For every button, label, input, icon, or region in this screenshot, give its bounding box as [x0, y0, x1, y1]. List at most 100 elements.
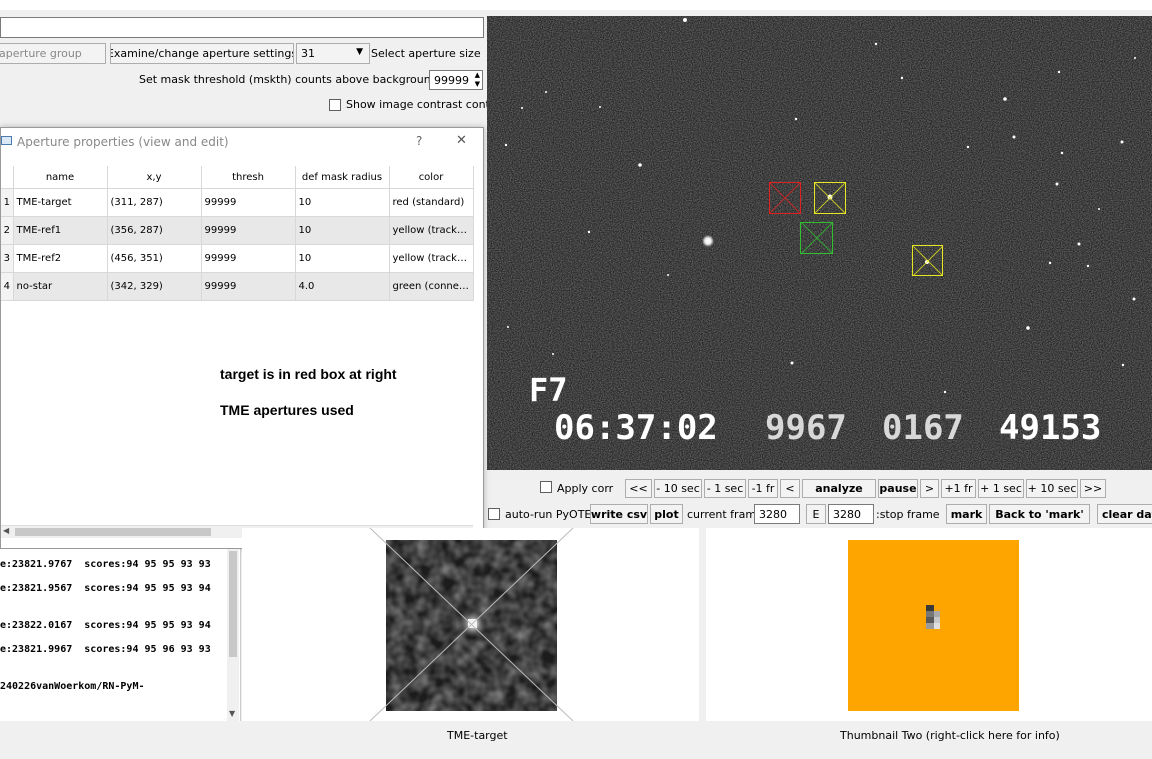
aperture-box-yellow[interactable] — [912, 245, 943, 276]
write-csv-button[interactable]: write csv — [590, 504, 648, 524]
row-number[interactable]: 1 — [1, 188, 14, 217]
back-to-mark-button[interactable]: Back to 'mark' — [989, 504, 1090, 524]
aperture-box-yellow[interactable] — [814, 182, 846, 214]
window-icon — [1, 136, 12, 145]
cell-name[interactable]: no-star — [13, 272, 108, 301]
help-button[interactable]: ? — [416, 134, 422, 148]
cell-thresh[interactable]: 99999 — [201, 244, 296, 273]
table-row[interactable]: 4 no-star (342, 329) 99999 4.0 green (co… — [1, 272, 474, 301]
aperture-size-label: Select aperture size — [371, 47, 481, 60]
apply-corr-label: Apply corr — [557, 482, 614, 495]
table-row[interactable]: 2 TME-ref1 (356, 287) 99999 10 yellow (t… — [1, 216, 474, 245]
log-line: e:23821.9767 scores:94 95 95 93 93 — [0, 559, 211, 570]
auto-run-pyote-label: auto-run PyOTE — [505, 508, 592, 521]
aperture-size-select[interactable]: 31 ▼ — [296, 43, 370, 64]
scrollbar-thumb[interactable] — [229, 551, 237, 657]
cell-xy[interactable]: (311, 287) — [107, 188, 202, 217]
scroll-down-icon[interactable]: ▼ — [229, 709, 235, 718]
clear-data-button[interactable]: clear data — [1097, 504, 1152, 524]
step-forward-button[interactable]: > — [920, 479, 939, 498]
cell-radius[interactable]: 10 — [295, 244, 390, 273]
vertical-scrollbar[interactable]: ▼ — [227, 549, 239, 721]
auto-run-pyote-checkbox[interactable] — [488, 508, 500, 520]
back-10-sec-button[interactable]: - 10 sec — [654, 479, 702, 498]
cell-thresh[interactable]: 99999 — [201, 216, 296, 245]
osd-ms1: 9967 — [765, 408, 847, 448]
pause-button[interactable]: pause — [878, 479, 918, 498]
row-number[interactable]: 3 — [1, 244, 14, 273]
step-back-button[interactable]: < — [780, 479, 800, 498]
mark-button[interactable]: mark — [946, 504, 987, 524]
osd-ms2: 0167 — [882, 408, 964, 448]
top-text-field[interactable] — [0, 17, 484, 38]
thumbnail-one-panel[interactable] — [242, 528, 699, 721]
cell-xy[interactable]: (456, 351) — [107, 244, 202, 273]
aperture-size-value: 31 — [301, 47, 315, 60]
thumbnail-one-caption: TME-target — [447, 729, 508, 742]
row-number[interactable]: 4 — [1, 272, 14, 301]
back-to-start-button[interactable]: << — [625, 479, 652, 498]
aperture-properties-dialog: Aperture properties (view and edit) ? ✕ … — [0, 127, 484, 549]
analyze-button[interactable]: analyze — [802, 479, 876, 498]
cell-color[interactable]: red (standard) — [389, 188, 474, 217]
cell-color[interactable]: yellow (tracking ... — [389, 244, 474, 273]
video-frame-display[interactable]: F7 06:37:02 9967 0167 49153 — [487, 16, 1152, 470]
dialog-title: Aperture properties (view and edit) — [17, 135, 229, 149]
thumbnail-one-image — [369, 528, 574, 721]
forward-1-sec-button[interactable]: + 1 sec — [978, 479, 1024, 498]
go-to-end-button[interactable]: >> — [1080, 479, 1106, 498]
cell-thresh[interactable]: 99999 — [201, 272, 296, 301]
log-line: e:23822.0167 scores:94 95 95 93 94 — [0, 620, 211, 631]
cell-radius[interactable]: 10 — [295, 188, 390, 217]
cell-color[interactable]: yellow (tracking ... — [389, 216, 474, 245]
add-aperture-group-button[interactable]: aperture group — [0, 43, 106, 64]
stop-frame-label: :stop frame — [876, 508, 940, 521]
cell-thresh[interactable]: 99999 — [201, 188, 296, 217]
forward-1-frame-button[interactable]: +1 fr — [941, 479, 976, 498]
thumbnail-two-caption: Thumbnail Two (right-click here for info… — [840, 729, 1060, 742]
apply-corr-checkbox[interactable] — [540, 481, 552, 493]
cell-name[interactable]: TME-target — [13, 188, 108, 217]
current-frame-input[interactable]: 3280 — [754, 504, 800, 524]
e-button[interactable]: E — [806, 504, 826, 524]
column-header-thresh[interactable]: thresh — [201, 166, 296, 189]
cell-radius[interactable]: 4.0 — [295, 272, 390, 301]
cell-color[interactable]: green (connect t... — [389, 272, 474, 301]
log-line: e:23821.9967 scores:94 95 96 93 93 — [0, 644, 211, 655]
column-header-name[interactable]: name — [13, 166, 108, 189]
contrast-checkbox-label: Show image contrast control — [346, 98, 504, 111]
scrollbar-thumb[interactable] — [15, 528, 211, 536]
stop-frame-input[interactable]: 3280 — [828, 504, 874, 524]
plot-button[interactable]: plot — [650, 504, 683, 524]
log-panel[interactable]: e:23821.9767 scores:94 95 95 93 93 e:238… — [0, 549, 241, 721]
column-header-radius[interactable]: def mask radius — [295, 166, 390, 189]
note-target-red-box: target is in red box at right — [220, 366, 397, 382]
log-line: e:23821.9567 scores:94 95 95 93 94 — [0, 583, 211, 594]
table-row[interactable]: 3 TME-ref2 (456, 351) 99999 10 yellow (t… — [1, 244, 474, 273]
cell-xy[interactable]: (342, 329) — [107, 272, 202, 301]
back-1-sec-button[interactable]: - 1 sec — [704, 479, 746, 498]
column-header-xy[interactable]: x,y — [107, 166, 202, 189]
cell-radius[interactable]: 10 — [295, 216, 390, 245]
note-tme-apertures: TME apertures used — [220, 402, 354, 418]
cell-xy[interactable]: (356, 287) — [107, 216, 202, 245]
forward-10-sec-button[interactable]: + 10 sec — [1026, 479, 1078, 498]
cell-name[interactable]: TME-ref2 — [13, 244, 108, 273]
mask-threshold-spinbox[interactable]: 99999 ▲ ▼ — [429, 70, 483, 90]
aperture-box-green[interactable] — [800, 222, 833, 254]
examine-aperture-settings-button[interactable]: Examine/change aperture settings — [110, 43, 294, 64]
thumbnail-two-image — [848, 540, 1019, 711]
aperture-table: name x,y thresh def mask radius color 1 … — [1, 166, 474, 301]
spin-arrows-icon: ▲ ▼ — [474, 71, 480, 88]
contrast-checkbox[interactable] — [329, 99, 341, 111]
scroll-left-icon[interactable]: ◀ — [3, 526, 9, 535]
aperture-box-red[interactable] — [769, 182, 801, 214]
cell-name[interactable]: TME-ref1 — [13, 216, 108, 245]
top-strip — [0, 0, 1152, 10]
back-1-frame-button[interactable]: -1 fr — [748, 479, 778, 498]
row-number[interactable]: 2 — [1, 216, 14, 245]
table-row[interactable]: 1 TME-target (311, 287) 99999 10 red (st… — [1, 188, 474, 217]
close-icon[interactable]: ✕ — [456, 133, 467, 148]
thumbnail-two-panel[interactable] — [706, 528, 1152, 721]
column-header-color[interactable]: color — [389, 166, 474, 189]
